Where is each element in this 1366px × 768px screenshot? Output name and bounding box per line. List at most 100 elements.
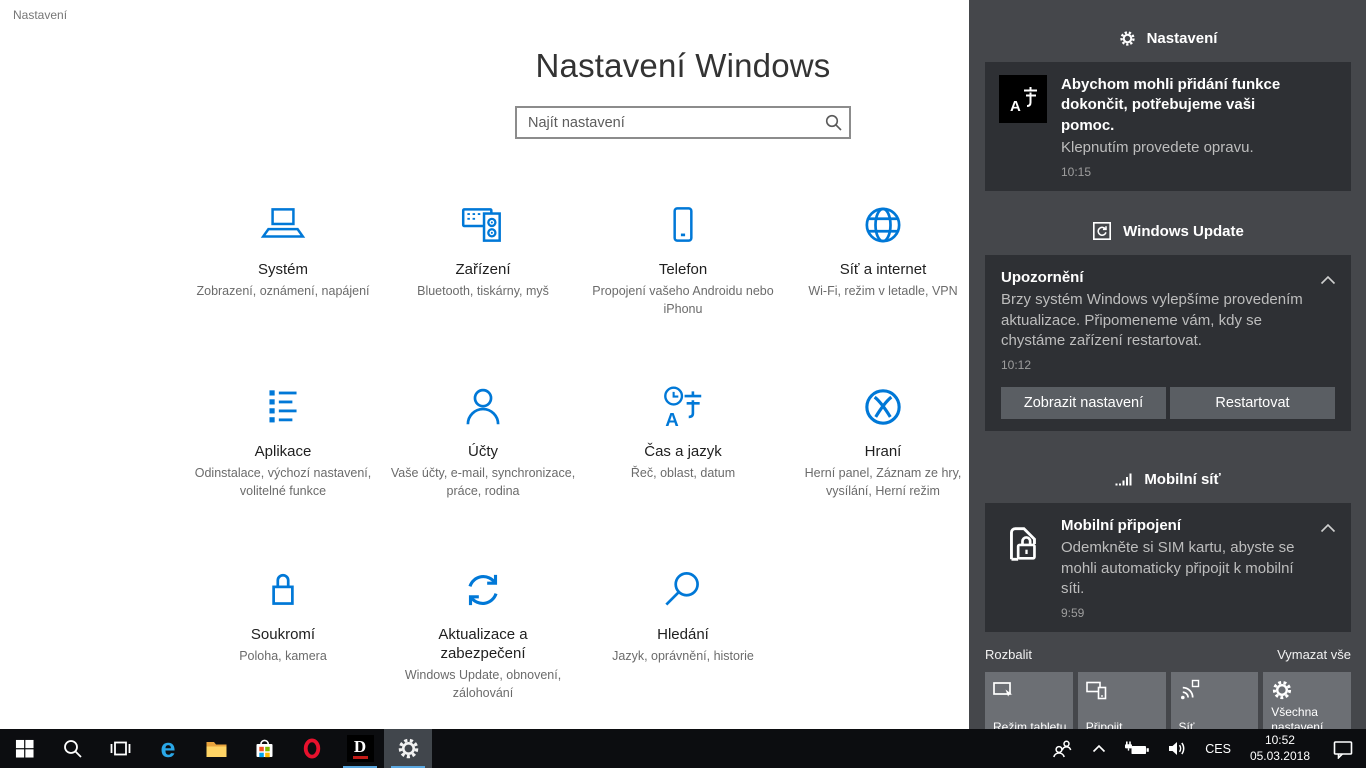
notification-title: Abychom mohli přidání funkce dokončit, p… bbox=[1061, 75, 1335, 136]
tile-subtitle: Poloha, kamera bbox=[239, 647, 327, 665]
tile-subtitle: Propojení vašeho Androidu nebo iPhonu bbox=[590, 282, 776, 318]
tile-accounts[interactable]: Účty Vaše účty, e-mail, synchronizace, p… bbox=[385, 380, 581, 500]
tile-subtitle: Vaše účty, e-mail, synchronizace, práce,… bbox=[390, 464, 576, 500]
windows-logo-icon bbox=[15, 739, 34, 758]
notification-time: 10:15 bbox=[1061, 165, 1335, 179]
notification-bubble-icon bbox=[1333, 739, 1353, 759]
notification-windows-update[interactable]: Upozornění Brzy systém Windows vylepšíme… bbox=[985, 255, 1351, 431]
tile-gaming[interactable]: Hraní Herní panel, Záznam ze hry, vysílá… bbox=[785, 380, 981, 500]
chevron-up-icon bbox=[1092, 744, 1106, 753]
file-explorer-button[interactable] bbox=[192, 729, 240, 768]
tile-apps[interactable]: Aplikace Odinstalace, výchozí nastavení,… bbox=[185, 380, 381, 500]
group-label: Windows Update bbox=[1123, 223, 1244, 240]
tile-title: Hraní bbox=[865, 442, 902, 461]
notification-settings[interactable]: A Abychom mohli přidání funkce dokončit,… bbox=[985, 62, 1351, 191]
globe-icon bbox=[858, 198, 908, 250]
notification-title: Mobilní připojení bbox=[1061, 516, 1335, 536]
search-icon bbox=[63, 739, 82, 758]
taskbar-search-button[interactable] bbox=[48, 729, 96, 768]
tile-title: Účty bbox=[468, 442, 498, 461]
xbox-icon bbox=[858, 380, 908, 432]
tile-update-security[interactable]: Aktualizace a zabezpečení Windows Update… bbox=[385, 563, 581, 702]
action-center-panel: Nastavení A Abychom mohli přidání funkce… bbox=[969, 0, 1366, 729]
tile-network[interactable]: Síť a internet Wi-Fi, režim v letadle, V… bbox=[785, 198, 981, 318]
gear-icon bbox=[1119, 30, 1136, 47]
time-language-icon: A bbox=[658, 380, 708, 432]
action-center-button[interactable] bbox=[1320, 729, 1366, 768]
notification-body: Odemkněte si SIM kartu, abyste se mohli … bbox=[1061, 538, 1335, 599]
opera-icon bbox=[303, 738, 321, 759]
magnifier-icon bbox=[658, 563, 708, 615]
tile-phone[interactable]: Telefon Propojení vašeho Androidu nebo i… bbox=[585, 198, 781, 318]
tile-title: Síť a internet bbox=[840, 260, 927, 279]
search-icon bbox=[825, 114, 842, 136]
edge-button[interactable]: e bbox=[144, 729, 192, 768]
tile-subtitle: Odinstalace, výchozí nastavení, voliteln… bbox=[190, 464, 376, 500]
start-button[interactable] bbox=[0, 729, 48, 768]
phone-icon bbox=[658, 198, 708, 250]
system-tray: CES 10:52 05.03.2018 bbox=[1043, 729, 1366, 768]
tile-title: Čas a jazyk bbox=[644, 442, 722, 461]
tile-system[interactable]: Systém Zobrazení, oznámení, napájení bbox=[185, 198, 381, 318]
sim-lock-icon bbox=[999, 516, 1047, 620]
tile-subtitle: Herní panel, Záznam ze hry, vysílání, He… bbox=[790, 464, 976, 500]
language-indicator[interactable]: CES bbox=[1196, 729, 1240, 768]
people-icon bbox=[1052, 739, 1074, 759]
volume-tray-button[interactable] bbox=[1159, 729, 1196, 768]
clock-time: 10:52 bbox=[1265, 733, 1295, 749]
tile-title: Soukromí bbox=[251, 625, 315, 644]
tray-overflow-chevron[interactable] bbox=[1083, 729, 1115, 768]
tile-time-language[interactable]: A Čas a jazyk Řeč, oblast, datum bbox=[585, 380, 781, 500]
folder-icon bbox=[205, 739, 228, 759]
apps-list-icon bbox=[258, 380, 308, 432]
clock[interactable]: 10:52 05.03.2018 bbox=[1240, 729, 1320, 768]
tile-subtitle: Jazyk, oprávnění, historie bbox=[612, 647, 754, 665]
svg-text:A: A bbox=[665, 409, 679, 430]
task-view-button[interactable] bbox=[96, 729, 144, 768]
notification-cellular[interactable]: Mobilní připojení Odemkněte si SIM kartu… bbox=[985, 503, 1351, 632]
show-settings-button[interactable]: Zobrazit nastavení bbox=[1001, 387, 1166, 419]
network-icon bbox=[1179, 679, 1201, 706]
language-pack-icon: A bbox=[999, 75, 1047, 123]
restart-button[interactable]: Restartovat bbox=[1170, 387, 1335, 419]
tablet-mode-icon bbox=[993, 679, 1015, 706]
notification-time: 9:59 bbox=[1061, 606, 1335, 620]
group-label: Mobilní síť bbox=[1144, 471, 1220, 488]
expand-link[interactable]: Rozbalit bbox=[985, 647, 1032, 662]
tile-title: Systém bbox=[258, 260, 308, 279]
tile-devices[interactable]: Zařízení Bluetooth, tiskárny, myš bbox=[385, 198, 581, 318]
group-header-windows-update[interactable]: Windows Update bbox=[985, 209, 1351, 253]
window-title: Nastavení bbox=[13, 8, 67, 22]
notification-time: 10:12 bbox=[1001, 358, 1335, 372]
group-header-settings[interactable]: Nastavení bbox=[985, 16, 1351, 60]
store-button[interactable] bbox=[240, 729, 288, 768]
people-tray-button[interactable] bbox=[1043, 729, 1083, 768]
svg-text:A: A bbox=[1010, 98, 1021, 115]
store-icon bbox=[254, 738, 275, 759]
lock-icon bbox=[258, 563, 308, 615]
speaker-icon bbox=[1168, 740, 1187, 757]
notification-body: Klepnutím provedete opravu. bbox=[1061, 138, 1335, 158]
dictionary-app-button[interactable]: D bbox=[336, 729, 384, 768]
devices-icon bbox=[458, 198, 508, 250]
gear-icon bbox=[1271, 679, 1293, 706]
edge-icon: e bbox=[160, 735, 175, 762]
laptop-icon bbox=[258, 198, 308, 250]
battery-charging-icon bbox=[1124, 740, 1150, 757]
task-view-icon bbox=[110, 739, 131, 758]
opera-button[interactable] bbox=[288, 729, 336, 768]
notification-body: Brzy systém Windows vylepšíme provedením… bbox=[1001, 290, 1335, 351]
windows-update-icon bbox=[1092, 221, 1112, 241]
collapse-chevron-icon[interactable] bbox=[1320, 272, 1336, 290]
collapse-chevron-icon[interactable] bbox=[1320, 520, 1336, 538]
group-header-cellular[interactable]: Mobilní síť bbox=[985, 457, 1351, 501]
tile-privacy[interactable]: Soukromí Poloha, kamera bbox=[185, 563, 381, 702]
search-input[interactable] bbox=[515, 106, 851, 139]
battery-tray-button[interactable] bbox=[1115, 729, 1159, 768]
settings-app-button[interactable] bbox=[384, 729, 432, 768]
tile-subtitle: Windows Update, obnovení, zálohování bbox=[390, 666, 576, 702]
clear-all-link[interactable]: Vymazat vše bbox=[1277, 647, 1351, 662]
notification-title: Upozornění bbox=[1001, 268, 1335, 288]
tile-search[interactable]: Hledání Jazyk, oprávnění, historie bbox=[585, 563, 781, 702]
tile-subtitle: Zobrazení, oznámení, napájení bbox=[196, 282, 369, 300]
